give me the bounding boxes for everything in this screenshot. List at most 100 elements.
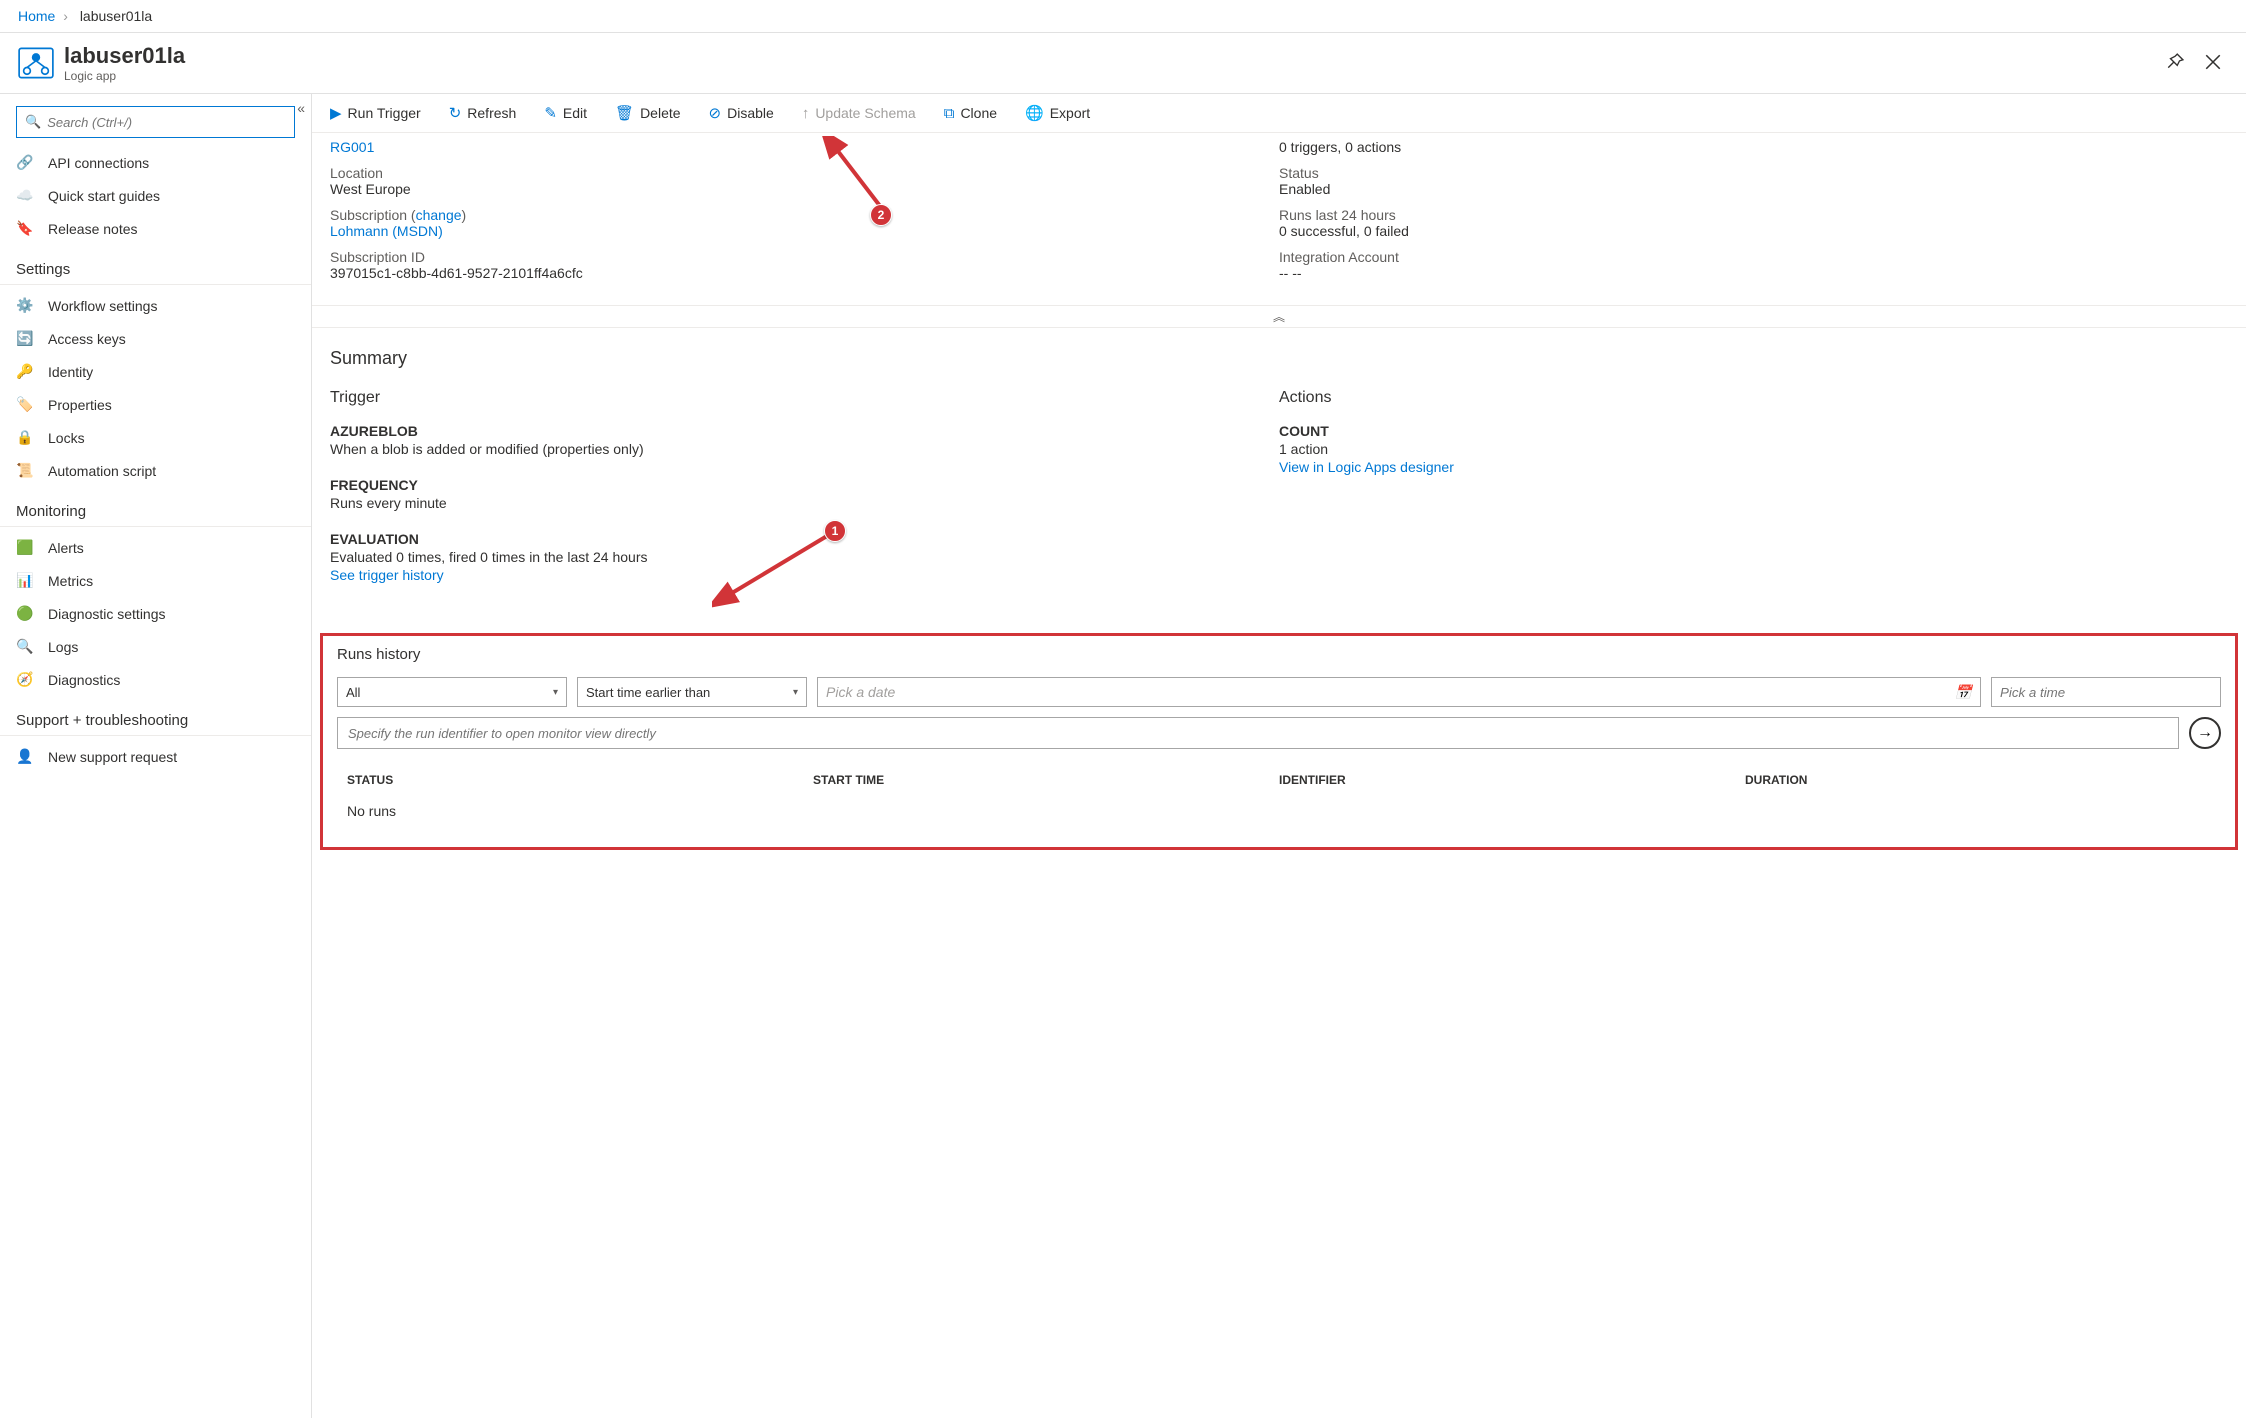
diagnostic-icon: 🟢 xyxy=(16,605,36,622)
runs-filter-status[interactable]: All ▾ xyxy=(337,677,567,707)
view-designer-link[interactable]: View in Logic Apps designer xyxy=(1279,459,1454,475)
actions-heading: Actions xyxy=(1279,389,2208,407)
sidebar-item-locks[interactable]: 🔒 Locks xyxy=(0,421,311,454)
sidebar-item-alerts[interactable]: 🟩 Alerts xyxy=(0,531,311,564)
definition-value: 0 triggers, 0 actions xyxy=(1279,139,2228,155)
evaluation-value: Evaluated 0 times, fired 0 times in the … xyxy=(330,549,1259,565)
sidebar-item-quick-start[interactable]: ☁️ Quick start guides xyxy=(0,179,311,212)
go-button[interactable]: → xyxy=(2189,717,2221,749)
sidebar-item-release-notes[interactable]: 🔖 Release notes xyxy=(0,212,311,245)
sidebar-item-diagnostic-settings[interactable]: 🟢Diagnostic settings xyxy=(0,597,311,630)
runs-date-input[interactable]: Pick a date 📅 xyxy=(817,677,1981,707)
sidebar-item-metrics[interactable]: 📊 Metrics xyxy=(0,564,311,597)
collapse-sidebar-button[interactable]: « xyxy=(297,100,305,116)
disable-icon: ⊘ xyxy=(709,104,722,122)
link-icon: 🔗 xyxy=(16,154,36,171)
sidebar-item-identity[interactable]: 🔑Identity xyxy=(0,355,311,388)
sidebar-section-settings: Settings xyxy=(0,245,311,285)
breadcrumb: Home › labuser01la xyxy=(0,0,2246,33)
location-label: Location xyxy=(330,165,1279,181)
close-button[interactable] xyxy=(2198,47,2228,80)
status-label: Status xyxy=(1279,165,2228,181)
toolbar-label: Run Trigger xyxy=(348,105,421,121)
sidebar-item-workflow-settings[interactable]: ⚙️Workflow settings xyxy=(0,289,311,322)
refresh-key-icon: 🔄 xyxy=(16,330,36,347)
sidebar-item-api-connections[interactable]: 🔗 API connections xyxy=(0,146,311,179)
calendar-icon: 📅 xyxy=(1955,684,1972,701)
export-icon: 🌐 xyxy=(1025,104,1044,122)
runs-filter-start[interactable]: Start time earlier than▾ xyxy=(577,677,807,707)
refresh-button[interactable]: ↻Refresh xyxy=(449,104,517,122)
clone-button[interactable]: ⧉Clone xyxy=(944,105,997,122)
chevron-down-icon: ▾ xyxy=(553,687,558,698)
page-title: labuser01la xyxy=(64,43,185,69)
change-subscription-link[interactable]: change xyxy=(416,207,462,223)
sidebar-item-label: Release notes xyxy=(48,221,138,237)
run-identifier-input[interactable] xyxy=(337,717,2179,749)
toolbar-label: Edit xyxy=(563,105,587,121)
sidebar-item-label: API connections xyxy=(48,155,149,171)
resource-group-link[interactable]: RG001 xyxy=(330,139,374,155)
intacc-label: Integration Account xyxy=(1279,249,2228,265)
runs-history-section: Runs history All▾ Start time earlier tha… xyxy=(320,633,2238,850)
sidebar-item-label: Identity xyxy=(48,364,93,380)
breadcrumb-home[interactable]: Home xyxy=(18,8,55,24)
search-icon: 🔍 xyxy=(25,114,41,130)
logs-icon: 🔍 xyxy=(16,638,36,655)
pin-button[interactable] xyxy=(2160,47,2190,80)
breadcrumb-separator: › xyxy=(63,8,68,24)
summary-section: Summary Trigger AZUREBLOBWhen a blob is … xyxy=(312,327,2246,623)
sidebar-item-label: Properties xyxy=(48,397,112,413)
upload-icon: ↑ xyxy=(802,105,810,122)
diagnostics-icon: 🧭 xyxy=(16,671,36,688)
runs24-value: 0 successful, 0 failed xyxy=(1279,223,2228,239)
sidebar-item-diagnostics[interactable]: 🧭 Diagnostics xyxy=(0,663,311,696)
sidebar-item-label: Access keys xyxy=(48,331,126,347)
select-value: All xyxy=(346,685,360,700)
toolbar-label: Clone xyxy=(960,105,997,121)
placeholder-text: Pick a date xyxy=(826,684,895,700)
col-identifier: IDENTIFIER xyxy=(1279,773,1745,787)
subscription-link[interactable]: Lohmann (MSDN) xyxy=(330,223,443,239)
col-status: STATUS xyxy=(347,773,813,787)
lock-icon: 🔒 xyxy=(16,429,36,446)
sidebar-item-label: Metrics xyxy=(48,573,93,589)
alert-icon: 🟩 xyxy=(16,539,36,556)
runs-time-input[interactable] xyxy=(1991,677,2221,707)
page-subtitle: Logic app xyxy=(64,69,185,83)
breadcrumb-current: labuser01la xyxy=(80,8,152,24)
support-icon: 👤 xyxy=(16,748,36,765)
logic-app-icon xyxy=(18,45,54,81)
delete-button[interactable]: 🗑Delete xyxy=(615,104,681,122)
cloud-icon: ☁️ xyxy=(16,187,36,204)
runs-empty-state: No runs xyxy=(337,795,2221,827)
collapse-essentials-button[interactable]: ︽ xyxy=(312,305,2246,327)
toolbar-label: Update Schema xyxy=(815,105,915,121)
main-panel: ▶Run Trigger ↻Refresh ✎Edit 🗑Delete ⊘Dis… xyxy=(312,94,2246,1418)
sidebar-item-logs[interactable]: 🔍Logs xyxy=(0,630,311,663)
sidebar-item-label: Diagnostics xyxy=(48,672,120,688)
sidebar-item-automation-script[interactable]: 📜Automation script xyxy=(0,454,311,487)
edit-button[interactable]: ✎Edit xyxy=(544,104,587,122)
runs-table-header: STATUS START TIME IDENTIFIER DURATION xyxy=(337,765,2221,795)
arrow-right-icon: → xyxy=(2197,724,2213,742)
page-header: labuser01la Logic app xyxy=(0,33,2246,94)
status-value: Enabled xyxy=(1279,181,2228,197)
sidebar-item-label: Locks xyxy=(48,430,85,446)
search-input[interactable] xyxy=(47,115,286,130)
run-trigger-button[interactable]: ▶Run Trigger xyxy=(330,104,421,122)
sidebar-item-access-keys[interactable]: 🔄 Access keys xyxy=(0,322,311,355)
see-trigger-history-link[interactable]: See trigger history xyxy=(330,567,444,583)
search-box[interactable]: 🔍 xyxy=(16,106,295,138)
toolbar-label: Export xyxy=(1050,105,1090,121)
toolbar: ▶Run Trigger ↻Refresh ✎Edit 🗑Delete ⊘Dis… xyxy=(312,94,2246,133)
sidebar-item-new-support[interactable]: 👤New support request xyxy=(0,740,311,773)
toolbar-label: Refresh xyxy=(467,105,516,121)
metrics-icon: 📊 xyxy=(16,572,36,589)
sidebar-item-properties[interactable]: 🏷️Properties xyxy=(0,388,311,421)
trigger-heading: Trigger xyxy=(330,389,1259,407)
disable-button[interactable]: ⊘Disable xyxy=(709,104,774,122)
sidebar-item-label: Automation script xyxy=(48,463,156,479)
export-button[interactable]: 🌐 Export xyxy=(1025,104,1090,122)
sidebar-item-label: Alerts xyxy=(48,540,84,556)
